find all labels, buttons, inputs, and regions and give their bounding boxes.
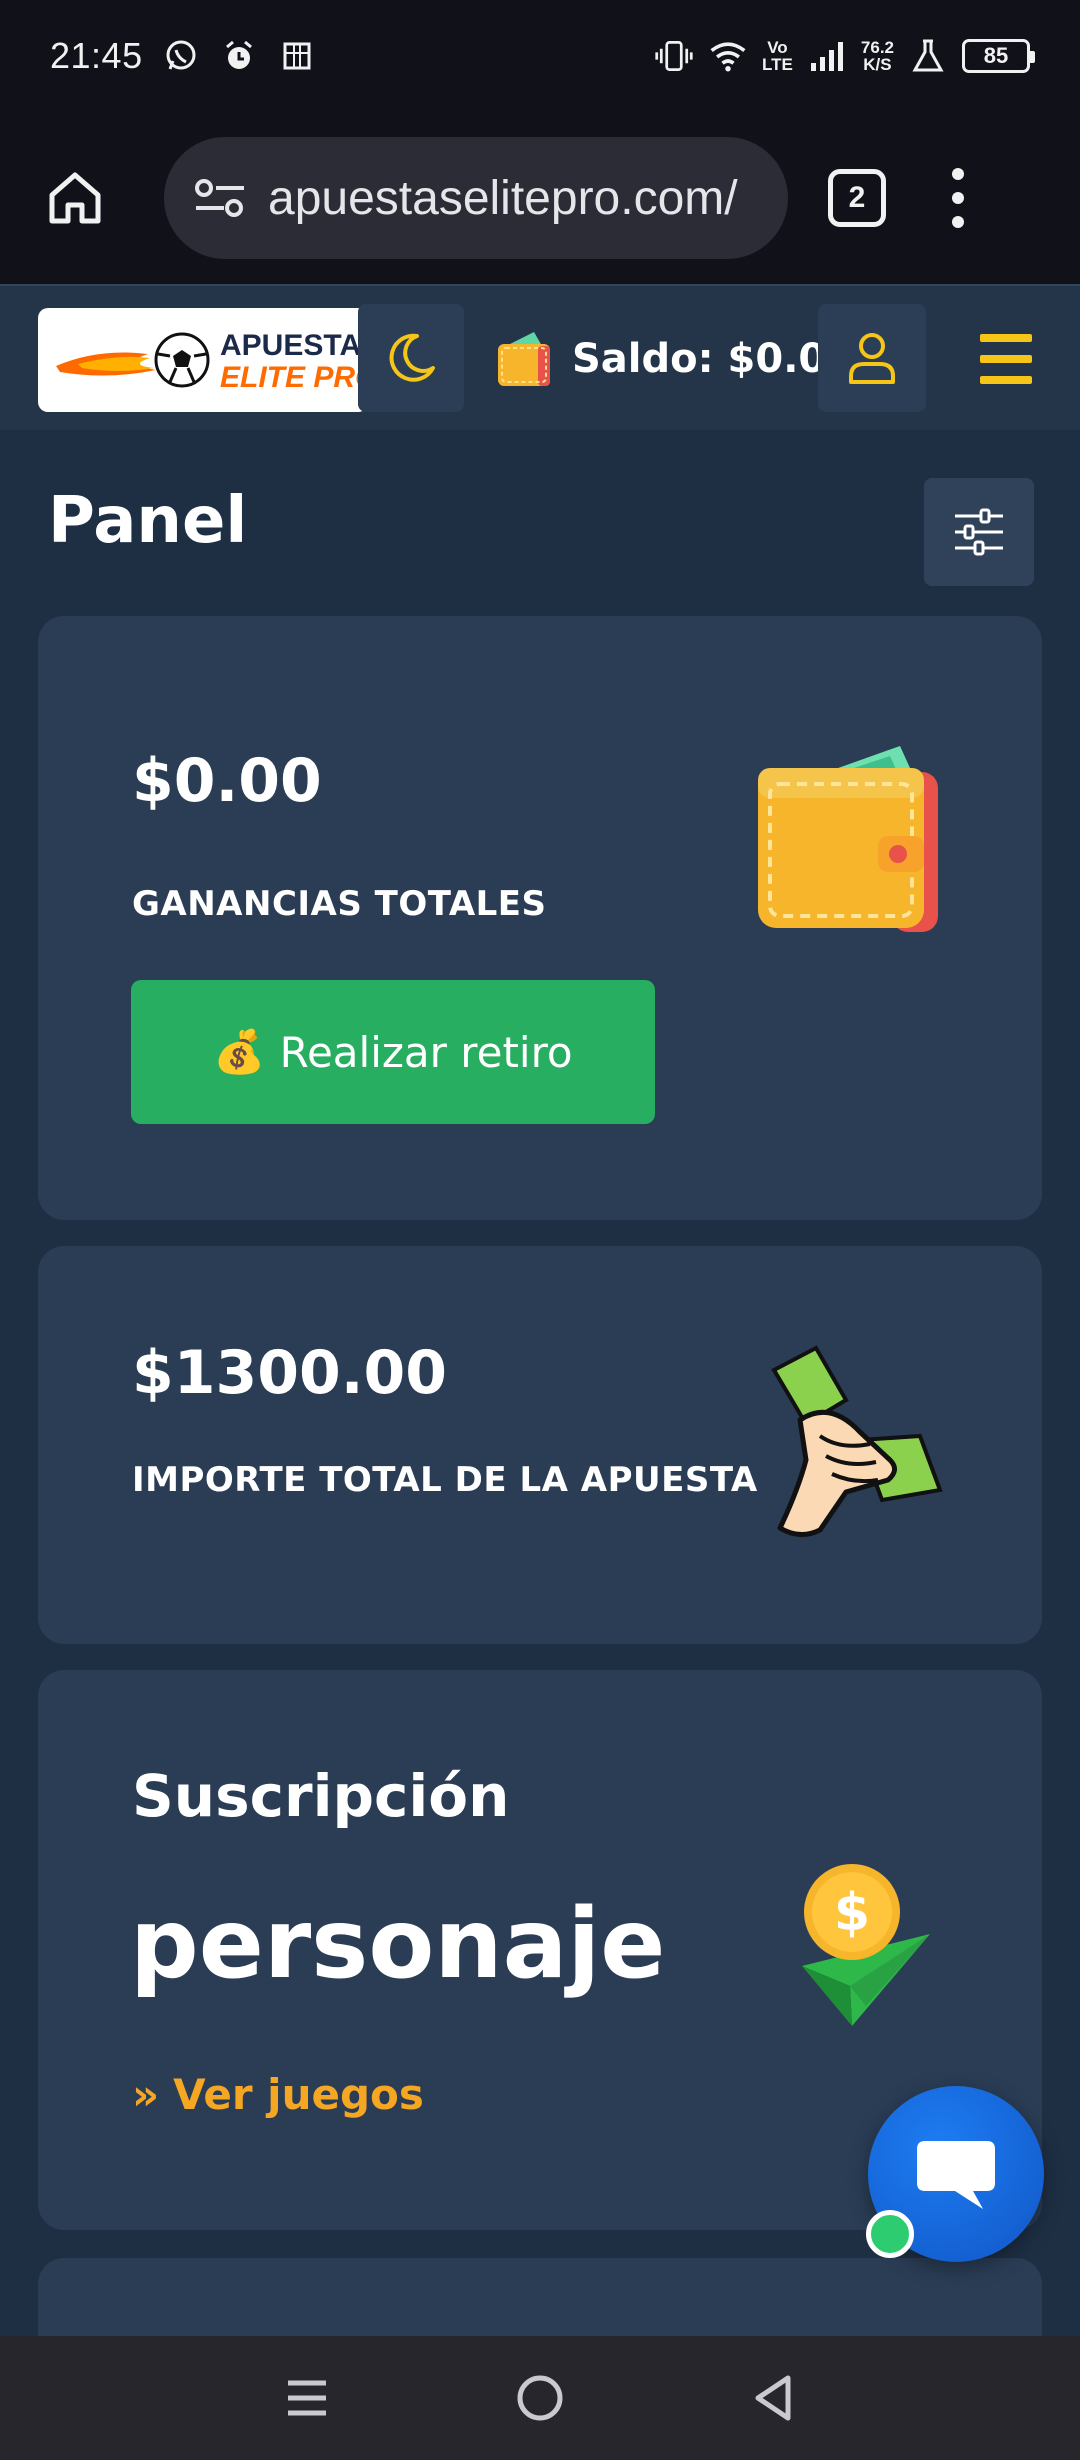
tabs-button[interactable]: 2 xyxy=(828,169,886,227)
browser-toolbar: apuestaselitepro.com/ 2 xyxy=(0,112,1080,284)
page-title: Panel xyxy=(48,484,248,558)
site-settings-icon[interactable] xyxy=(192,174,248,222)
home-icon xyxy=(49,172,101,224)
subscription-title: Suscripción xyxy=(132,1762,510,1830)
double-chevron-icon: » xyxy=(132,2070,160,2119)
status-bar: 21:45 Vo LTE 76.2 K/S 85 xyxy=(0,0,1080,112)
menu-icon[interactable] xyxy=(980,334,1032,384)
logo-line1: APUESTAS xyxy=(220,329,368,362)
signal-icon xyxy=(807,36,847,76)
logo-text: APUESTAS ELITE PRO xyxy=(220,330,368,394)
bets-amount: $1300.00 xyxy=(132,1338,448,1408)
view-games-label: Ver juegos xyxy=(173,2070,424,2119)
money-hand-illustration xyxy=(771,1345,943,1537)
alarm-icon xyxy=(219,36,259,76)
whatsapp-icon xyxy=(161,36,201,76)
site-logo[interactable]: APUESTAS ELITE PRO xyxy=(38,308,368,412)
url-text: apuestaselitepro.com/ xyxy=(268,171,738,225)
view-games-link[interactable]: » Ver juegos xyxy=(132,2070,424,2119)
coin-plane-illustration: $ xyxy=(802,1864,930,2026)
chat-icon xyxy=(917,2141,995,2209)
network-type: Vo LTE xyxy=(762,39,793,73)
vibrate-icon xyxy=(654,36,694,76)
recents-icon[interactable] xyxy=(272,2363,342,2433)
user-icon xyxy=(849,333,895,384)
account-button[interactable] xyxy=(818,304,926,412)
wallet-icon xyxy=(498,332,550,386)
money-bag-icon: 💰 xyxy=(213,1027,266,1076)
withdraw-button[interactable]: 💰 Realizar retiro xyxy=(131,980,655,1124)
status-time: 21:45 xyxy=(50,35,143,76)
filter-button[interactable] xyxy=(924,478,1034,586)
balance-label: Saldo: $0.00 xyxy=(572,336,855,382)
earnings-label: GANANCIAS TOTALES xyxy=(132,884,547,924)
speed-bottom: K/S xyxy=(863,55,892,74)
network-speed: 76.2 K/S xyxy=(861,39,894,73)
gallery-icon xyxy=(277,36,317,76)
svg-text:$: $ xyxy=(834,1883,870,1943)
bets-label: IMPORTE TOTAL DE LA APUESTA xyxy=(132,1460,758,1500)
online-status-dot xyxy=(866,2210,914,2258)
flask-icon xyxy=(908,36,948,76)
network-bottom: LTE xyxy=(762,55,793,74)
balance-display[interactable]: Saldo: $0.00 xyxy=(494,286,854,432)
wifi-icon xyxy=(708,36,748,76)
status-right: Vo LTE 76.2 K/S 85 xyxy=(654,36,1035,76)
logo-line2: ELITE PRO xyxy=(220,361,368,394)
more-vert-icon[interactable] xyxy=(938,153,978,243)
home-circle-icon[interactable] xyxy=(505,2363,575,2433)
bets-card: $1300.00 IMPORTE TOTAL DE LA APUESTA xyxy=(38,1246,1042,1644)
system-nav-bar xyxy=(0,2336,1080,2460)
battery-indicator: 85 xyxy=(962,39,1035,73)
site-header: APUESTAS ELITE PRO Saldo: $0.00 xyxy=(0,284,1080,430)
earnings-amount: $0.00 xyxy=(132,746,322,816)
filter-sliders-icon xyxy=(955,508,1003,556)
logo-fireball-icon xyxy=(56,332,210,388)
withdraw-button-label: Realizar retiro xyxy=(279,1027,573,1077)
subscription-plan: personaje xyxy=(130,1888,666,2000)
back-icon[interactable] xyxy=(738,2363,808,2433)
moon-icon xyxy=(389,333,435,382)
address-bar[interactable]: apuestaselitepro.com/ xyxy=(164,137,788,259)
status-left: 21:45 xyxy=(50,35,317,77)
browser-home-button[interactable] xyxy=(30,153,120,243)
wallet-illustration xyxy=(758,746,938,932)
theme-toggle-button[interactable] xyxy=(358,304,464,412)
earnings-card: $0.00 GANANCIAS TOTALES 💰 Realizar retir… xyxy=(38,616,1042,1220)
